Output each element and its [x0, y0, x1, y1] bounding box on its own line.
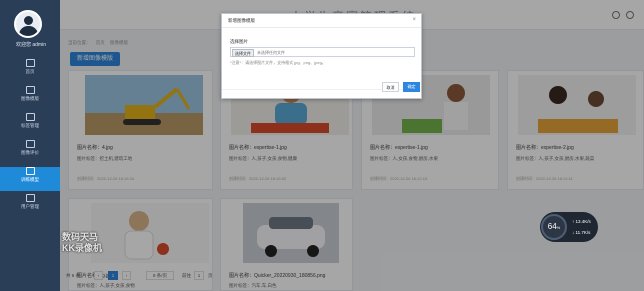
upload-speed: ↑ 13.4K/s: [572, 219, 591, 224]
close-icon[interactable]: ×: [412, 17, 416, 23]
download-speed: ↓ 11.7K/s: [572, 230, 591, 235]
field-label: 选择图片: [230, 39, 248, 44]
sidebar-item-rating[interactable]: 图像评价: [0, 140, 60, 164]
sidebar-item-users[interactable]: 用户管理: [0, 194, 60, 218]
file-status-text: 未选择任何文件: [257, 50, 285, 55]
template-icon: [25, 86, 35, 94]
sidebar-item-template[interactable]: 图像模版: [0, 86, 60, 110]
sidebar: 欢迎您 admin 首页 图像模版 标签管理 图像评价 训练模型 用户管理: [0, 0, 60, 291]
home-icon: [25, 59, 35, 67]
file-input[interactable]: 选择文件 未选择任何文件: [230, 47, 415, 57]
model-icon: [25, 167, 35, 175]
tag-icon: [25, 113, 35, 121]
sidebar-item-tags[interactable]: 标签管理: [0, 113, 60, 137]
confirm-button[interactable]: 确定: [403, 82, 420, 92]
sidebar-nav: 首页 图像模版 标签管理 图像评价 训练模型 用户管理: [0, 56, 60, 218]
sidebar-item-home[interactable]: 首页: [0, 59, 60, 83]
upload-tip: *注意*：请选择图片文件，支持格式 jpg、png、jpeg。: [230, 60, 326, 65]
network-speed-widget[interactable]: 64% ↑ 13.4K/s ↓ 11.7K/s: [540, 212, 598, 242]
cancel-button[interactable]: 取消: [382, 82, 399, 92]
cpu-usage-gauge: 64%: [541, 214, 567, 240]
welcome-text: 欢迎您 admin: [15, 42, 46, 48]
avatar[interactable]: [14, 10, 42, 38]
sidebar-item-model[interactable]: 训练模型: [0, 167, 60, 191]
dialog-header: 新增图像模版 ×: [222, 14, 421, 28]
watermark: 数码天马 KK录像机: [62, 232, 102, 253]
users-icon: [25, 194, 35, 202]
dialog-title: 新增图像模版: [228, 18, 255, 23]
rating-icon: [25, 140, 35, 148]
choose-file-button[interactable]: 选择文件: [232, 49, 254, 57]
